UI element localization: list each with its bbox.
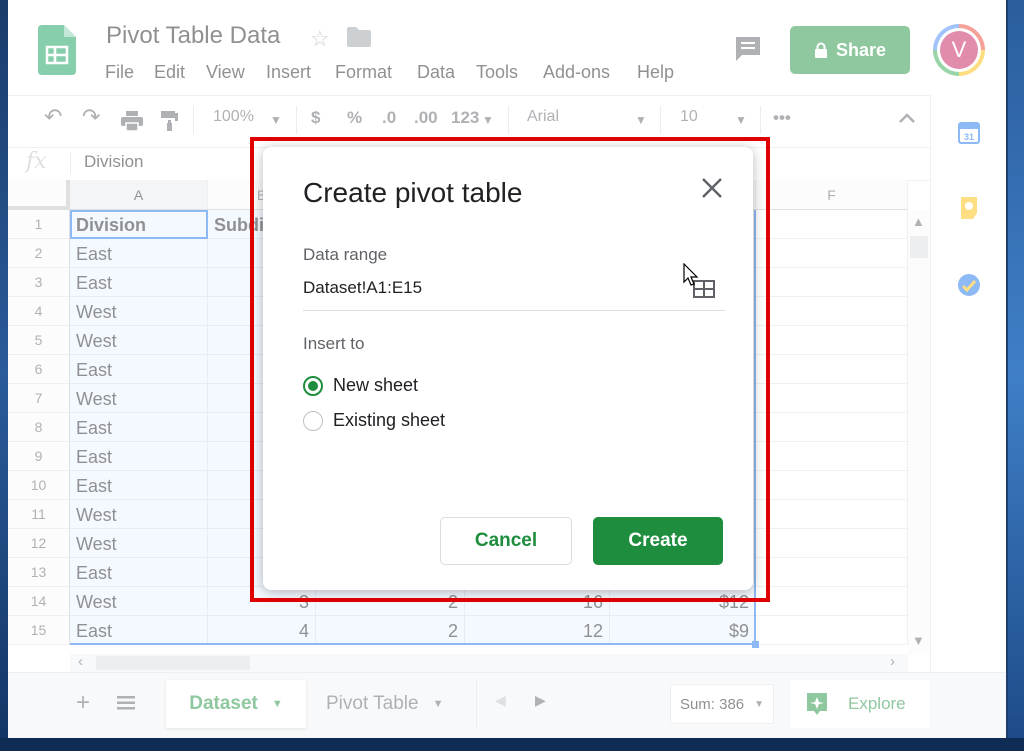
radio-new-sheet[interactable] [303, 375, 323, 396]
option-existing-sheet[interactable]: Existing sheet [303, 410, 445, 431]
desktop-left-edge [0, 0, 8, 751]
dialog-title: Create pivot table [303, 177, 523, 208]
sheets-window: Pivot Table Data ☆ File Edit View Insert… [8, 0, 1006, 738]
data-range-label: Data range [303, 245, 388, 264]
create-pivot-table-dialog: Create pivot table Data range Dataset!A1… [263, 147, 753, 590]
close-icon[interactable] [699, 175, 725, 201]
radio-existing-sheet[interactable] [303, 410, 323, 431]
data-range-input[interactable]: Dataset!A1:E15 [303, 278, 422, 298]
desktop-right-edge [1008, 0, 1024, 751]
range-underline [303, 310, 725, 311]
cancel-button[interactable]: Cancel [440, 517, 572, 565]
existing-sheet-label: Existing sheet [333, 410, 446, 430]
insert-to-label: Insert to [303, 334, 365, 353]
cursor-icon [683, 263, 699, 286]
create-button[interactable]: Create [593, 517, 723, 565]
desktop-bottom-edge [0, 738, 1024, 751]
option-new-sheet[interactable]: New sheet [303, 375, 418, 396]
new-sheet-label: New sheet [333, 375, 419, 395]
